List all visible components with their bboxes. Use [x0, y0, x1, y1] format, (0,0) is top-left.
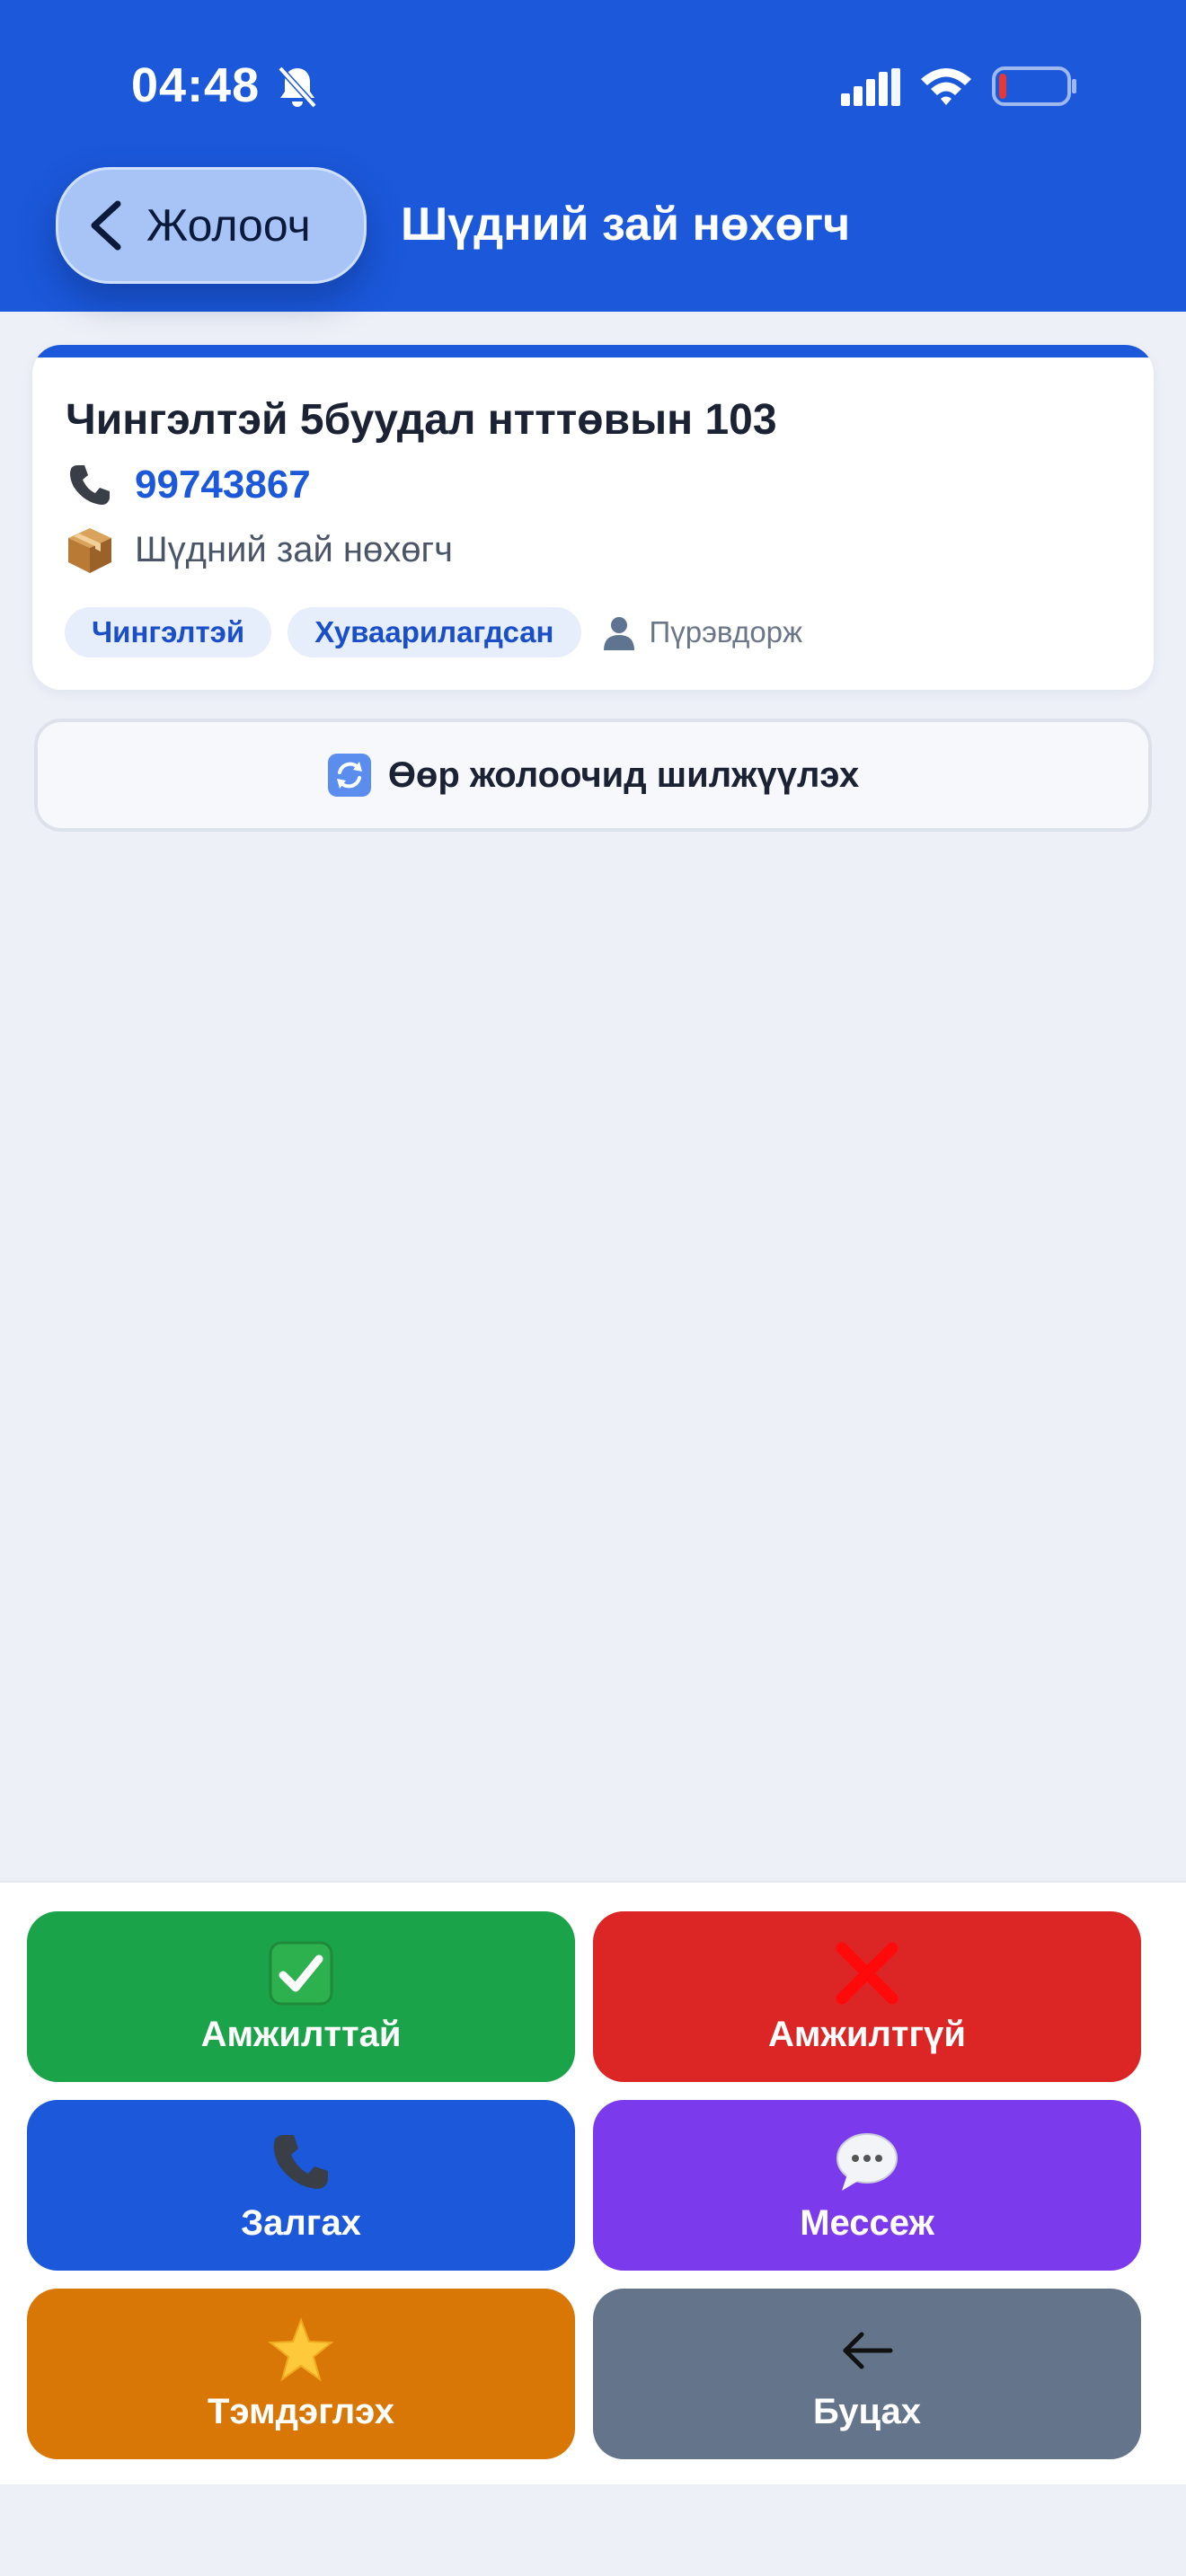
- back-label: Жолооч: [146, 200, 311, 251]
- call-label: Залгах: [241, 2202, 361, 2243]
- description-row: Шүдний зай нөхөгч: [65, 525, 453, 575]
- fail-label: Амжилтгүй: [768, 2014, 966, 2054]
- bookmark-label: Тэмдэглэх: [208, 2391, 394, 2431]
- go-back-label: Буцах: [812, 2391, 922, 2431]
- success-label: Амжилттай: [200, 2014, 402, 2054]
- fail-button[interactable]: Амжилтгүй: [593, 1911, 1141, 2082]
- refresh-icon: [327, 754, 371, 797]
- message-bubble-icon: [836, 2132, 898, 2191]
- district-badge: Чингэлтэй: [65, 607, 272, 657]
- phone-number[interactable]: 99743867: [135, 463, 311, 507]
- transfer-driver-button[interactable]: Өөр жолоочид шилжүүлэх: [34, 719, 1152, 832]
- back-button[interactable]: Жолооч: [56, 167, 367, 284]
- order-card[interactable]: Чингэлтэй 5буудал нтттөвын 103 99743867 …: [32, 345, 1154, 690]
- chevron-left-icon: [91, 200, 121, 251]
- status-badge: Хуваарилагдсан: [288, 607, 581, 657]
- arrow-left-icon: [843, 2332, 893, 2369]
- card-accent-bar: [32, 345, 1154, 357]
- message-button[interactable]: Мессеж: [593, 2100, 1141, 2271]
- success-button[interactable]: Амжилттай: [27, 1911, 575, 2082]
- cellular-signal-icon: [841, 68, 900, 106]
- badge-row: Чингэлтэй Хуваарилагдсан Пүрэвдорж: [65, 607, 802, 657]
- cross-icon: [836, 1942, 898, 2004]
- phone-icon: [70, 465, 110, 505]
- call-button[interactable]: Залгах: [27, 2100, 575, 2271]
- driver-name: Пүрэвдорж: [649, 615, 803, 648]
- bookmark-button[interactable]: Тэмдэглэх: [27, 2289, 575, 2459]
- transfer-label: Өөр жолоочид шилжүүлэх: [387, 754, 860, 795]
- star-icon: [268, 2316, 334, 2381]
- action-panel: Амжилттай Амжилтгүй Залгах Мессеж Тэмдэг…: [0, 1881, 1186, 2484]
- bell-slash-icon: [278, 66, 317, 109]
- check-icon: [269, 1941, 333, 2005]
- order-address: Чингэлтэй 5буудал нтттөвын 103: [66, 396, 777, 444]
- phone-icon: [273, 2134, 328, 2189]
- order-description: Шүдний зай нөхөгч: [135, 529, 453, 569]
- wifi-icon: [921, 68, 971, 105]
- package-icon: [68, 528, 111, 573]
- message-label: Мессеж: [800, 2202, 934, 2243]
- go-back-button[interactable]: Буцах: [593, 2289, 1141, 2459]
- phone-row[interactable]: 99743867: [65, 460, 311, 510]
- status-time: 04:48: [131, 58, 261, 112]
- screen: 04:48 Жолооч Шүдний зай нөхөгч Чингэлтэй…: [0, 0, 1186, 2576]
- header: 04:48 Жолооч Шүдний зай нөхөгч: [0, 0, 1186, 312]
- person-icon: [603, 617, 634, 650]
- page-title: Шүдний зай нөхөгч: [401, 198, 851, 251]
- battery-low-icon: [992, 66, 1076, 106]
